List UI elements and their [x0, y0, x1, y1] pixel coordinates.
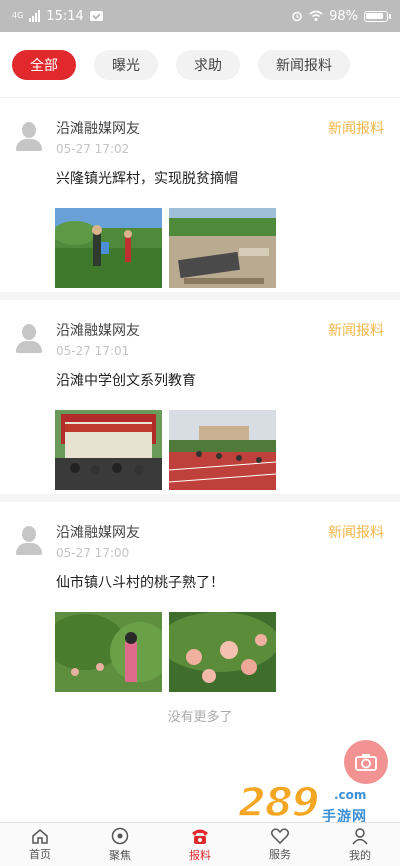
tab-exposure[interactable]: 曝光 [94, 49, 158, 80]
nav-home[interactable]: 首页 [0, 823, 80, 866]
post-photo[interactable] [169, 612, 276, 692]
focus-icon [111, 827, 129, 844]
alarm-icon [292, 11, 302, 22]
post-card[interactable]: 沿滩融媒网友 05-27 17:00 新闻报料 仙市镇八斗村的桃子熟了！ 没有更… [0, 502, 400, 725]
post-photo[interactable] [55, 612, 162, 692]
phone-icon [192, 829, 208, 844]
post-tag: 新闻报料 [328, 121, 384, 137]
post-photo[interactable] [169, 410, 276, 490]
post-time: 05-27 17:00 [56, 546, 130, 560]
post-card[interactable]: 沿滩融媒网友 05-27 17:02 新闻报料 兴隆镇光辉村，实现脱贫摘帽 [0, 98, 400, 300]
post-title: 沿滩中学创文系列教育 [56, 373, 196, 389]
signal-icon [29, 10, 41, 22]
post-time: 05-27 17:02 [56, 142, 130, 156]
camera-button[interactable] [344, 740, 388, 784]
nav-tip-off[interactable]: 报料 [160, 823, 240, 866]
camera-icon [355, 754, 377, 771]
avatar [16, 526, 42, 558]
post-author: 沿滩融媒网友 [56, 121, 140, 137]
battery-icon [364, 10, 391, 22]
post-photo[interactable] [169, 208, 276, 288]
no-more-text: 没有更多了 [167, 710, 233, 725]
heart-icon [271, 827, 289, 844]
post-tag: 新闻报料 [328, 525, 384, 541]
battery-percent: 98% [329, 8, 358, 24]
post-time: 05-27 17:01 [56, 344, 130, 358]
post-author: 沿滩融媒网友 [56, 323, 140, 339]
status-bar: 4G 15:14 98% [0, 0, 400, 32]
status-time: 15:14 [46, 8, 84, 24]
post-photo[interactable] [55, 410, 162, 490]
post-tag: 新闻报料 [328, 323, 384, 339]
user-icon [352, 827, 368, 844]
post-title: 兴隆镇光辉村，实现脱贫摘帽 [56, 171, 238, 187]
avatar [16, 324, 42, 356]
watermark-number: 289 [237, 779, 320, 827]
nav-mine[interactable]: 我的 [320, 823, 400, 866]
nav-label: 首页 [29, 847, 51, 861]
bottom-nav: 首页 聚焦 报料 服务 我的 [0, 822, 400, 866]
nav-label: 报料 [189, 848, 211, 862]
post-author: 沿滩融媒网友 [56, 525, 140, 541]
filter-tabs: 全部 曝光 求助 新闻报料 [0, 32, 400, 98]
nav-focus[interactable]: 聚焦 [80, 823, 160, 866]
post-photo[interactable] [55, 208, 162, 288]
nav-service[interactable]: 服务 [240, 823, 320, 866]
watermark-domain: .com [334, 788, 367, 802]
avatar [16, 122, 42, 154]
nav-label: 我的 [349, 848, 371, 862]
nav-label: 聚焦 [109, 848, 131, 862]
post-card[interactable]: 沿滩融媒网友 05-27 17:01 新闻报料 沿滩中学创文系列教育 [0, 300, 400, 502]
message-icon [89, 11, 103, 21]
nav-label: 服务 [269, 847, 291, 861]
wifi-icon [309, 10, 323, 21]
site-watermark: 289 .com 手游网 [237, 779, 384, 828]
tab-news-tip[interactable]: 新闻报料 [258, 49, 350, 80]
home-icon [32, 828, 48, 844]
carrier-label: 4G [12, 11, 24, 20]
tab-all[interactable]: 全部 [12, 49, 76, 80]
post-title: 仙市镇八斗村的桃子熟了！ [56, 575, 224, 591]
tab-help[interactable]: 求助 [176, 49, 240, 80]
